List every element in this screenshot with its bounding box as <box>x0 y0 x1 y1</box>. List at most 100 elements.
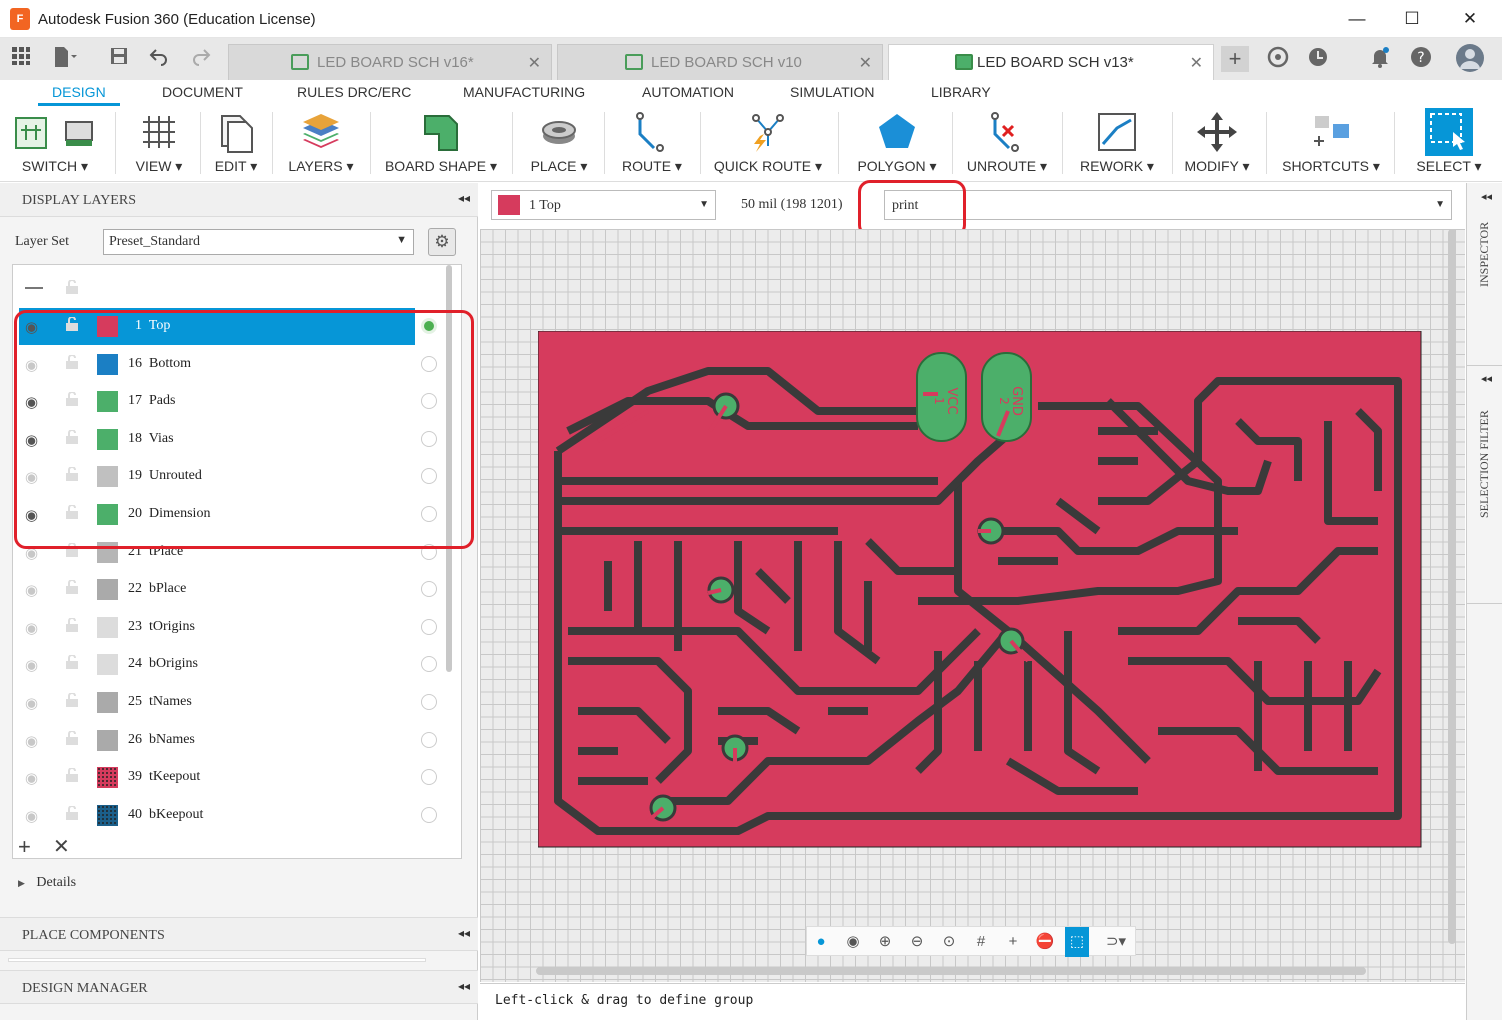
active-layer-radio[interactable] <box>421 618 437 635</box>
zoom-fit-icon[interactable]: ⊙ <box>937 930 961 954</box>
lock-icon[interactable] <box>65 730 81 745</box>
view-button[interactable]: VIEW ▾ <box>120 106 198 182</box>
tab-library[interactable]: LIBRARY <box>931 84 991 100</box>
layer-set-dropdown[interactable]: Preset_Standard ▼ <box>103 229 414 255</box>
eye-visibility-icon[interactable]: ◉ <box>25 694 38 712</box>
eye-visibility-icon[interactable]: ◉ <box>25 807 38 825</box>
place-button[interactable]: PLACE ▾ <box>520 106 598 182</box>
routing-options-icon[interactable]: ⊃▾ <box>1099 930 1133 954</box>
board-shape-button[interactable]: BOARD SHAPE ▾ <box>380 106 502 182</box>
layer-row[interactable]: ◉ 23 tOrigins <box>13 609 461 646</box>
data-panel-grid-icon[interactable] <box>8 46 34 72</box>
layer-row[interactable]: ◉ 26 bNames <box>13 722 461 759</box>
layer-color-swatch[interactable] <box>97 767 118 789</box>
lock-icon[interactable] <box>65 655 81 670</box>
eye-visibility-icon[interactable]: ◉ <box>25 619 38 637</box>
user-avatar[interactable] <box>1455 43 1485 73</box>
notifications-bell-icon[interactable] <box>1367 46 1393 72</box>
save-icon[interactable] <box>106 46 132 72</box>
pcb-board[interactable]: VCC GND 1 2 <box>538 331 1422 848</box>
lock-icon[interactable] <box>65 693 81 707</box>
tab-automation[interactable]: AUTOMATION <box>642 84 734 100</box>
eye-visibility-icon[interactable]: ◉ <box>25 769 38 787</box>
layers-button[interactable]: LAYERS ▾ <box>278 106 364 182</box>
edit-button[interactable]: EDIT ▾ <box>204 106 268 182</box>
stop-command-icon[interactable]: ⛔ <box>1033 930 1057 954</box>
layer-row[interactable]: ◉ 22 bPlace <box>13 571 461 608</box>
layer-color-swatch[interactable] <box>97 729 118 751</box>
active-layer-radio[interactable] <box>421 694 437 710</box>
layer-color-swatch[interactable] <box>97 804 118 826</box>
route-button[interactable]: ROUTE ▾ <box>612 106 692 182</box>
select-button[interactable]: SELECT ▾ <box>1404 106 1494 182</box>
close-tab-icon[interactable]: ✕ <box>1190 53 1203 73</box>
document-tab-2[interactable]: LED BOARD SCH v10 ✕ <box>557 44 883 80</box>
layer-color-swatch[interactable] <box>97 579 118 601</box>
lock-all-icon[interactable] <box>65 280 81 294</box>
minimize-button[interactable]: — <box>1334 6 1380 32</box>
tab-design[interactable]: DESIGN <box>52 84 106 100</box>
active-layer-radio[interactable] <box>421 769 437 786</box>
document-tab-1[interactable]: LED BOARD SCH v16* ✕ <box>228 44 552 80</box>
rework-button[interactable]: REWORK ▾ <box>1070 106 1164 182</box>
canvas-vertical-scrollbar[interactable] <box>1448 229 1456 944</box>
tab-manufacturing[interactable]: MANUFACTURING <box>463 84 585 100</box>
collapse-icon[interactable]: ◂◂ <box>1481 190 1492 203</box>
collapse-icon[interactable]: ◂◂ <box>458 191 470 205</box>
eye-visibility-icon[interactable]: ◉ <box>25 656 38 674</box>
layer-color-swatch[interactable] <box>97 692 118 713</box>
quick-route-button[interactable]: QUICK ROUTE ▾ <box>708 106 828 182</box>
delete-layer-icon[interactable]: ✕ <box>53 834 70 859</box>
current-layer-dropdown[interactable]: 1 Top ▼ <box>491 190 716 220</box>
unroute-button[interactable]: UNROUTE ▾ <box>960 106 1054 182</box>
crosshair-icon[interactable]: + <box>1001 930 1025 954</box>
undo-icon[interactable] <box>146 46 172 72</box>
display-layers-header[interactable]: DISPLAY LAYERS ◂◂ <box>0 183 478 217</box>
collapse-icon[interactable]: ◂◂ <box>458 979 470 993</box>
lock-icon[interactable] <box>65 617 81 632</box>
switch-button[interactable]: SWITCH ▾ <box>4 106 106 182</box>
design-manager-header[interactable]: DESIGN MANAGER ◂◂ <box>0 970 478 1004</box>
polygon-button[interactable]: POLYGON ▾ <box>850 106 944 182</box>
job-status-icon[interactable] <box>1305 46 1331 72</box>
tab-simulation[interactable]: SIMULATION <box>790 84 875 100</box>
chevron-down-icon[interactable]: ▼ <box>1435 199 1445 210</box>
eye-visibility-icon[interactable]: ◉ <box>841 930 865 954</box>
shortcuts-button[interactable]: SHORTCUTS ▾ <box>1276 106 1386 182</box>
redo-icon[interactable] <box>188 46 214 72</box>
file-menu-icon[interactable] <box>52 46 78 72</box>
lock-icon[interactable] <box>65 805 81 820</box>
toggle-all-dash-icon[interactable] <box>25 287 43 289</box>
tab-rules-drc-erc[interactable]: RULES DRC/ERC <box>297 84 411 100</box>
layer-row[interactable]: ◉ 40 bKeepout <box>13 797 461 834</box>
selection-filter-panel-tab[interactable]: SELECTION FILTER <box>1477 410 1492 518</box>
help-icon[interactable]: ? <box>1408 46 1434 72</box>
layer-row[interactable]: ◉ 24 bOrigins <box>13 646 461 683</box>
active-layer-radio[interactable] <box>421 731 437 748</box>
eye-visibility-icon[interactable]: ◉ <box>25 732 38 750</box>
lock-icon[interactable] <box>65 580 81 595</box>
grid-icon[interactable]: # <box>969 930 993 954</box>
maximize-button[interactable]: ☐ <box>1389 6 1435 32</box>
layer-color-swatch[interactable] <box>97 654 118 676</box>
selection-mode-icon[interactable]: ⬚ <box>1065 927 1089 957</box>
zoom-out-icon[interactable]: ⊖ <box>905 930 929 954</box>
layer-color-swatch[interactable] <box>97 616 118 638</box>
active-layer-radio[interactable] <box>421 581 437 598</box>
canvas-horizontal-scrollbar[interactable] <box>536 967 1366 975</box>
gear-icon[interactable]: ⚙ <box>428 228 456 256</box>
close-window-button[interactable]: ✕ <box>1447 6 1493 32</box>
active-layer-radio[interactable] <box>421 656 437 673</box>
collapse-icon[interactable]: ◂◂ <box>1481 372 1492 385</box>
zoom-in-icon[interactable]: ⊕ <box>873 930 897 954</box>
add-layer-icon[interactable]: + <box>18 834 31 860</box>
details-expander[interactable]: ▶ Details <box>18 875 76 891</box>
new-tab-plus-icon[interactable]: + <box>1221 46 1249 72</box>
inspector-panel-tab[interactable]: INSPECTOR <box>1477 222 1492 287</box>
modify-button[interactable]: MODIFY ▾ <box>1178 106 1256 182</box>
layer-row[interactable]: ◉ 25 tNames <box>13 684 461 721</box>
document-tab-3-active[interactable]: LED BOARD SCH v13* ✕ <box>888 44 1214 80</box>
close-tab-icon[interactable]: ✕ <box>528 53 541 73</box>
lock-icon[interactable] <box>65 768 81 783</box>
extensions-icon[interactable] <box>1265 46 1291 72</box>
